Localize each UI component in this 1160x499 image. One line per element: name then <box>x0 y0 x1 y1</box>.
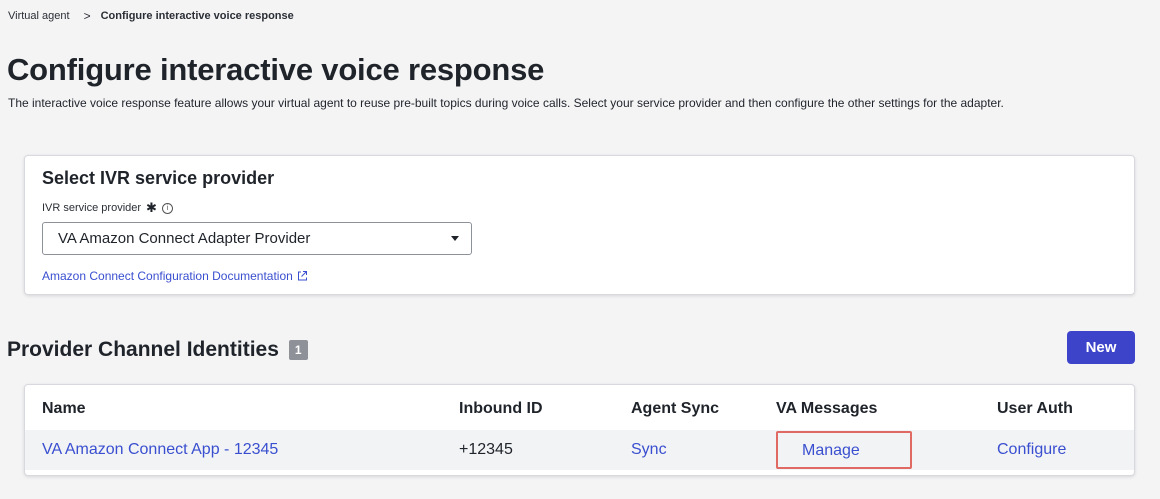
external-link-icon <box>297 271 307 281</box>
manage-highlight-box: Manage <box>776 431 912 469</box>
section-title-text: Provider Channel Identities <box>7 338 279 361</box>
breadcrumb-separator: > <box>83 9 91 23</box>
required-asterisk-icon: ✱ <box>146 200 157 215</box>
field-label-text: IVR service provider <box>42 202 142 214</box>
inbound-id: +12345 <box>459 441 513 458</box>
page-title: Configure interactive voice response <box>7 52 545 87</box>
new-button[interactable]: New <box>1067 331 1135 364</box>
select-value: VA Amazon Connect Adapter Provider <box>58 230 311 247</box>
sync-link[interactable]: Sync <box>631 441 667 459</box>
column-header-user-auth[interactable]: User Auth <box>997 400 1073 418</box>
column-header-va-messages[interactable]: VA Messages <box>776 400 877 418</box>
identity-name-link[interactable]: VA Amazon Connect App - 12345 <box>42 441 278 459</box>
documentation-link[interactable]: Amazon Connect Configuration Documentati… <box>42 269 308 283</box>
count-badge: 1 <box>288 340 308 360</box>
ivr-provider-field-label: IVR service provider ✱ i <box>42 200 173 215</box>
chevron-down-icon <box>451 236 459 241</box>
column-header-name[interactable]: Name <box>42 400 86 418</box>
table-row: VA Amazon Connect App - 12345 +12345 Syn… <box>25 430 1134 470</box>
breadcrumb-current: Configure interactive voice response <box>100 10 294 22</box>
ivr-provider-select[interactable]: VA Amazon Connect Adapter Provider <box>42 222 472 255</box>
ivr-provider-card: Select IVR service provider IVR service … <box>24 155 1135 295</box>
breadcrumb: Virtual agent > Configure interactive vo… <box>8 9 294 23</box>
identities-table: Name Inbound ID Agent Sync VA Messages U… <box>24 384 1135 476</box>
column-header-agent-sync[interactable]: Agent Sync <box>631 400 719 418</box>
card-title: Select IVR service provider <box>42 168 275 188</box>
info-icon[interactable]: i <box>161 202 173 214</box>
breadcrumb-virtual-agent[interactable]: Virtual agent <box>8 10 70 22</box>
documentation-link-text: Amazon Connect Configuration Documentati… <box>42 269 293 283</box>
section-title: Provider Channel Identities 1 <box>7 338 308 362</box>
page-description: The interactive voice response feature a… <box>8 96 1004 110</box>
configure-link[interactable]: Configure <box>997 441 1066 459</box>
column-header-inbound-id[interactable]: Inbound ID <box>459 400 543 418</box>
manage-link[interactable]: Manage <box>802 442 860 460</box>
